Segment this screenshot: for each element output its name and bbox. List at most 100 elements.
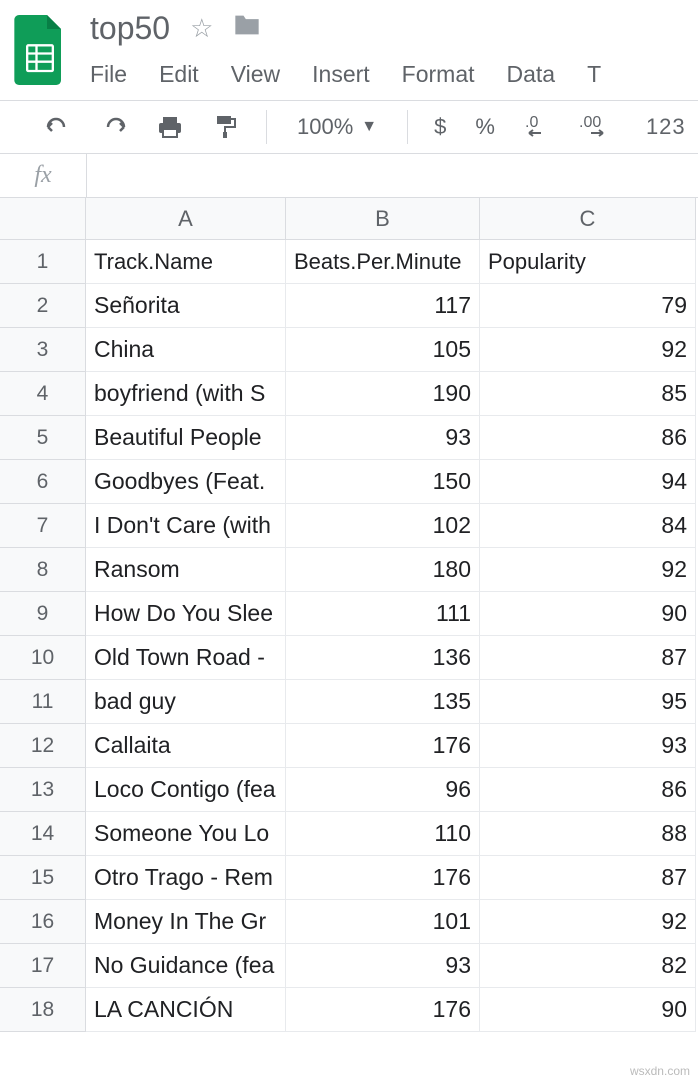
menu-data[interactable]: Data bbox=[507, 61, 556, 88]
row-header[interactable]: 6 bbox=[0, 460, 86, 504]
cell[interactable]: 190 bbox=[286, 372, 480, 416]
document-title[interactable]: top50 bbox=[90, 10, 170, 47]
menu-tools[interactable]: T bbox=[587, 61, 601, 88]
row-header[interactable]: 7 bbox=[0, 504, 86, 548]
cell[interactable]: 79 bbox=[480, 284, 696, 328]
star-icon[interactable]: ☆ bbox=[190, 13, 213, 44]
row-header[interactable]: 8 bbox=[0, 548, 86, 592]
cell[interactable]: Callaita bbox=[86, 724, 286, 768]
cell[interactable]: 87 bbox=[480, 856, 696, 900]
column-header-a[interactable]: A bbox=[86, 198, 286, 240]
cell[interactable]: 92 bbox=[480, 548, 696, 592]
cell[interactable]: 90 bbox=[480, 592, 696, 636]
cell[interactable]: Beautiful People bbox=[86, 416, 286, 460]
cell[interactable]: How Do You Slee bbox=[86, 592, 286, 636]
cell[interactable]: 111 bbox=[286, 592, 480, 636]
decrease-decimal-button[interactable]: .0 bbox=[518, 109, 558, 145]
menu-insert[interactable]: Insert bbox=[312, 61, 370, 88]
menu-format[interactable]: Format bbox=[402, 61, 475, 88]
cell[interactable]: Señorita bbox=[86, 284, 286, 328]
row-header[interactable]: 17 bbox=[0, 944, 86, 988]
zoom-dropdown[interactable]: 100% ▼ bbox=[287, 114, 387, 140]
menu-edit[interactable]: Edit bbox=[159, 61, 199, 88]
column-header-b[interactable]: B bbox=[286, 198, 480, 240]
cell[interactable]: Track.Name bbox=[86, 240, 286, 284]
cell[interactable]: Popularity bbox=[480, 240, 696, 284]
cell[interactable]: 150 bbox=[286, 460, 480, 504]
row-header[interactable]: 10 bbox=[0, 636, 86, 680]
cell[interactable]: I Don't Care (with bbox=[86, 504, 286, 548]
row-header[interactable]: 4 bbox=[0, 372, 86, 416]
formula-input[interactable] bbox=[87, 154, 698, 197]
cell[interactable]: 102 bbox=[286, 504, 480, 548]
paint-format-button[interactable] bbox=[206, 109, 246, 145]
increase-decimal-button[interactable]: .00 bbox=[574, 109, 624, 145]
cell[interactable]: 86 bbox=[480, 768, 696, 812]
cell[interactable]: LA CANCIÓN bbox=[86, 988, 286, 1032]
cell[interactable]: 110 bbox=[286, 812, 480, 856]
cell[interactable]: 93 bbox=[480, 724, 696, 768]
redo-button[interactable] bbox=[94, 109, 134, 145]
cell[interactable]: Goodbyes (Feat. bbox=[86, 460, 286, 504]
cell[interactable]: bad guy bbox=[86, 680, 286, 724]
cell[interactable]: 88 bbox=[480, 812, 696, 856]
cell[interactable]: 101 bbox=[286, 900, 480, 944]
cell[interactable]: 96 bbox=[286, 768, 480, 812]
cell[interactable]: 180 bbox=[286, 548, 480, 592]
currency-button[interactable]: $ bbox=[428, 114, 453, 140]
row-header[interactable]: 13 bbox=[0, 768, 86, 812]
cell[interactable]: 136 bbox=[286, 636, 480, 680]
svg-text:.00: .00 bbox=[579, 114, 601, 131]
undo-button[interactable] bbox=[38, 109, 78, 145]
more-formats-button[interactable]: 123 bbox=[640, 114, 692, 140]
cell[interactable]: Money In The Gr bbox=[86, 900, 286, 944]
cell[interactable]: 117 bbox=[286, 284, 480, 328]
row-header[interactable]: 14 bbox=[0, 812, 86, 856]
cell[interactable]: China bbox=[86, 328, 286, 372]
folder-icon[interactable] bbox=[233, 13, 261, 44]
cell[interactable]: boyfriend (with S bbox=[86, 372, 286, 416]
row-header[interactable]: 18 bbox=[0, 988, 86, 1032]
cell[interactable]: 94 bbox=[480, 460, 696, 504]
cell[interactable]: 85 bbox=[480, 372, 696, 416]
cell[interactable]: 84 bbox=[480, 504, 696, 548]
menu-view[interactable]: View bbox=[231, 61, 280, 88]
select-all-corner[interactable] bbox=[0, 198, 86, 240]
cell[interactable]: 87 bbox=[480, 636, 696, 680]
print-button[interactable] bbox=[150, 109, 190, 145]
chevron-down-icon: ▼ bbox=[361, 118, 377, 136]
cell[interactable]: 93 bbox=[286, 416, 480, 460]
cell[interactable]: Loco Contigo (fea bbox=[86, 768, 286, 812]
row-header[interactable]: 2 bbox=[0, 284, 86, 328]
cell[interactable]: 82 bbox=[480, 944, 696, 988]
cell[interactable]: Otro Trago - Rem bbox=[86, 856, 286, 900]
row-header[interactable]: 12 bbox=[0, 724, 86, 768]
cell[interactable]: 176 bbox=[286, 724, 480, 768]
cell[interactable]: Ransom bbox=[86, 548, 286, 592]
sheets-logo[interactable] bbox=[10, 10, 70, 90]
cell[interactable]: 176 bbox=[286, 856, 480, 900]
cell[interactable]: 95 bbox=[480, 680, 696, 724]
cell[interactable]: 92 bbox=[480, 328, 696, 372]
percent-button[interactable]: % bbox=[469, 114, 502, 140]
cell[interactable]: No Guidance (fea bbox=[86, 944, 286, 988]
row-header[interactable]: 3 bbox=[0, 328, 86, 372]
cell[interactable]: Old Town Road - bbox=[86, 636, 286, 680]
cell[interactable]: 92 bbox=[480, 900, 696, 944]
row-header[interactable]: 5 bbox=[0, 416, 86, 460]
row-header[interactable]: 11 bbox=[0, 680, 86, 724]
cell[interactable]: 86 bbox=[480, 416, 696, 460]
cell[interactable]: 93 bbox=[286, 944, 480, 988]
row-header[interactable]: 16 bbox=[0, 900, 86, 944]
menu-file[interactable]: File bbox=[90, 61, 127, 88]
row-header[interactable]: 1 bbox=[0, 240, 86, 284]
cell[interactable]: 135 bbox=[286, 680, 480, 724]
cell[interactable]: Someone You Lo bbox=[86, 812, 286, 856]
row-header[interactable]: 9 bbox=[0, 592, 86, 636]
column-header-c[interactable]: C bbox=[480, 198, 696, 240]
cell[interactable]: 90 bbox=[480, 988, 696, 1032]
cell[interactable]: Beats.Per.Minute bbox=[286, 240, 480, 284]
cell[interactable]: 176 bbox=[286, 988, 480, 1032]
row-header[interactable]: 15 bbox=[0, 856, 86, 900]
cell[interactable]: 105 bbox=[286, 328, 480, 372]
